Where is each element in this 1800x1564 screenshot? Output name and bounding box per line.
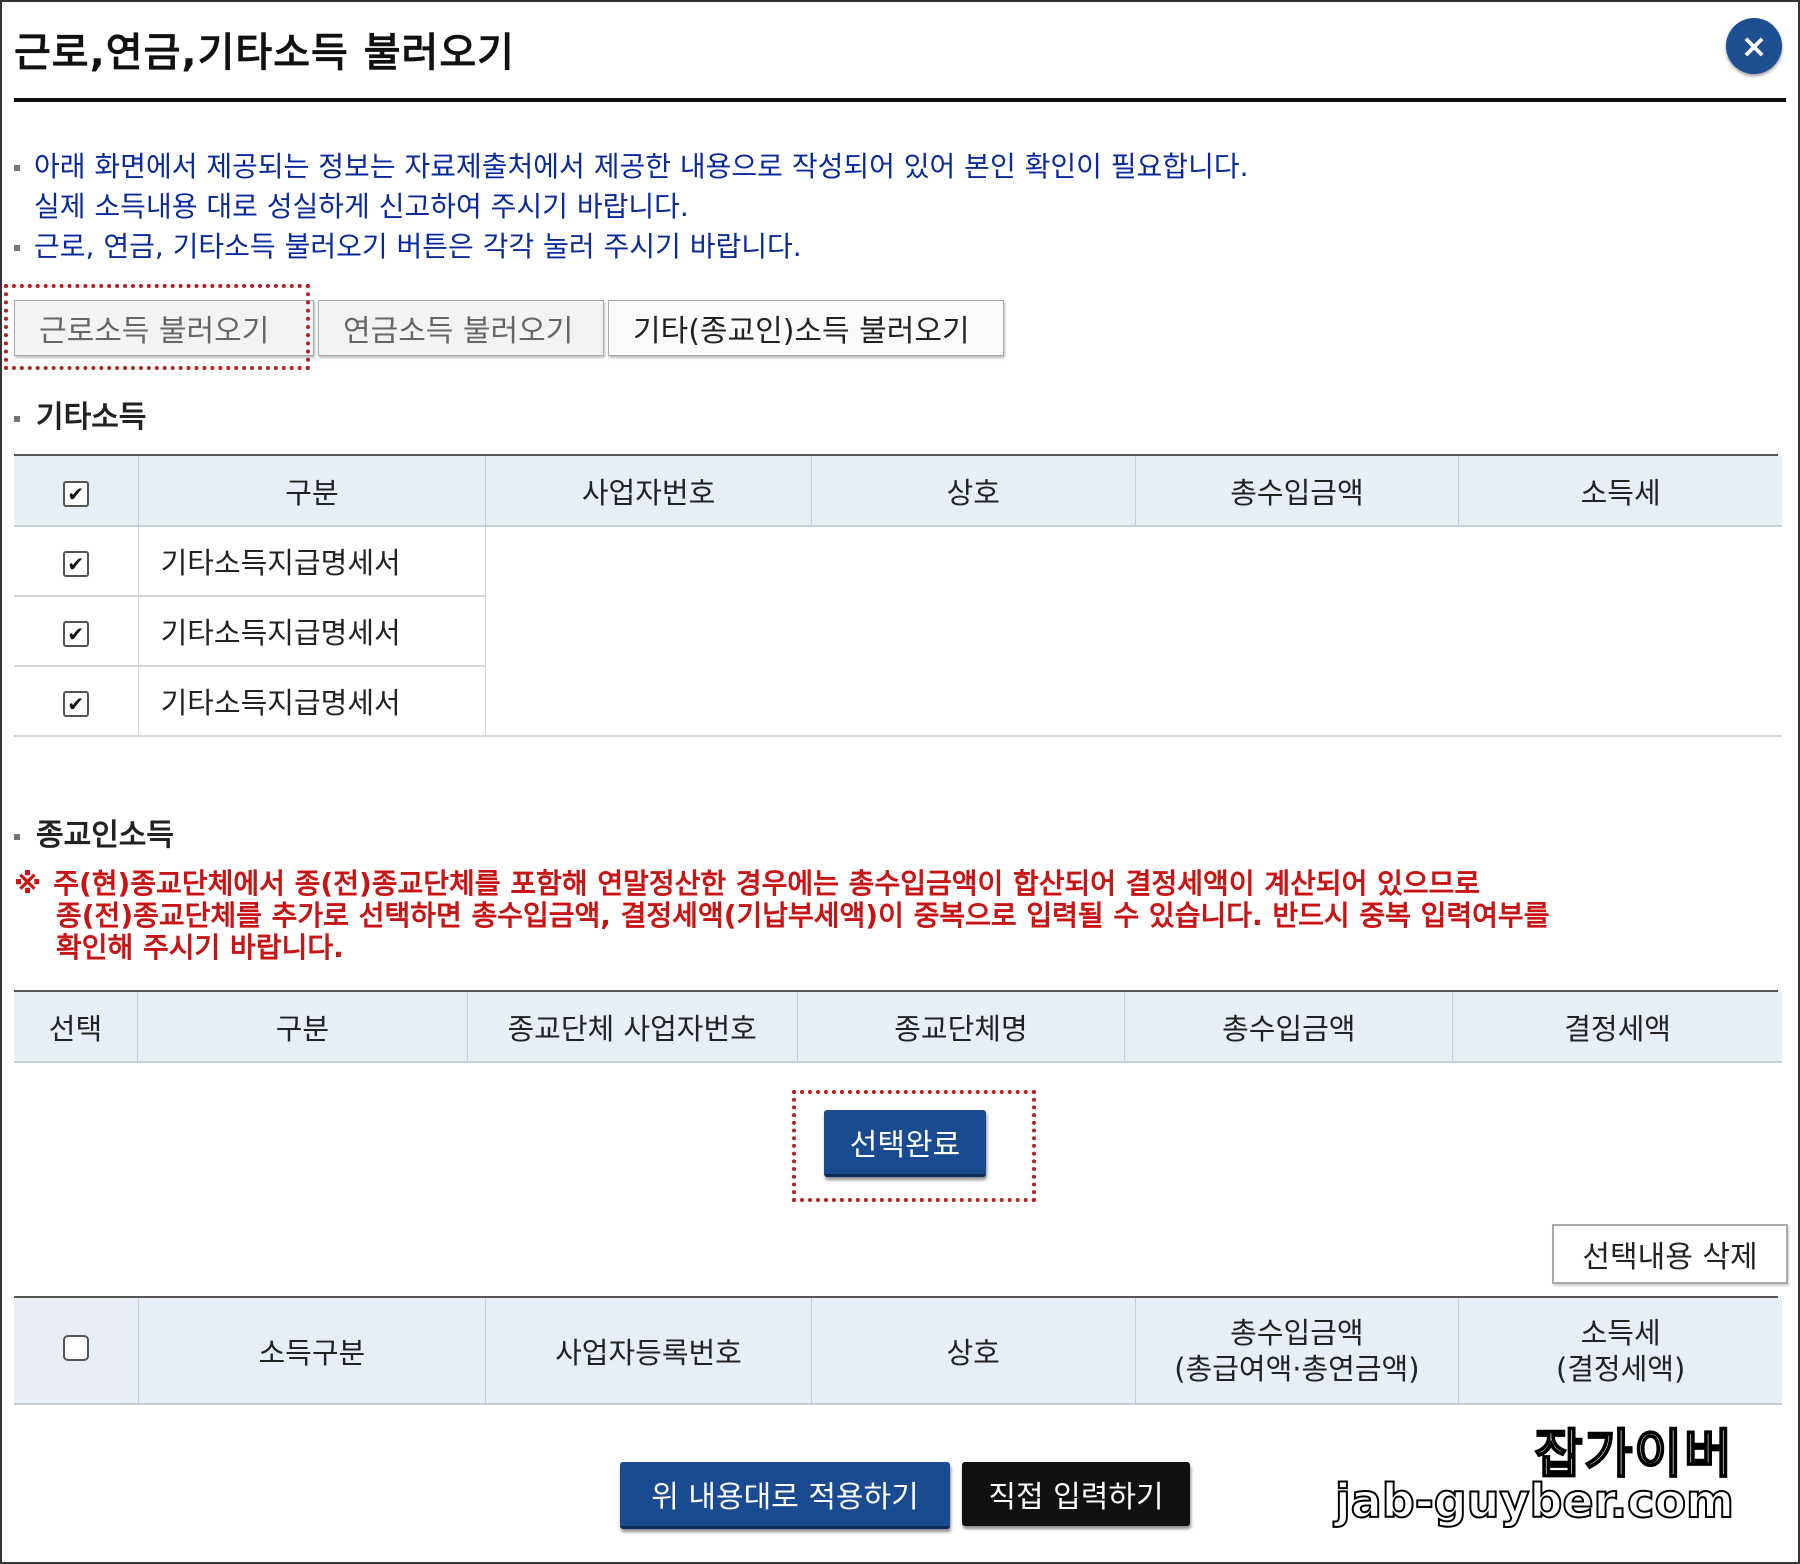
select-done-button[interactable]: 선택완료 <box>824 1110 986 1177</box>
header-religious-org-name: 종교단체명 <box>797 992 1126 1063</box>
table-row: 기타소득지급명세서 <box>14 666 1782 737</box>
empty-cell <box>486 596 1782 666</box>
section-title-other-income: 기타소득 <box>14 392 146 436</box>
table-row: 기타소득지급명세서 <box>14 526 1782 597</box>
dialog-title: 근로,연금,기타소득 불러오기 <box>14 30 515 76</box>
row-checkbox[interactable] <box>62 691 89 717</box>
table-header-row: 구분 사업자번호 상호 총수입금액 소득세 <box>14 456 1782 527</box>
header-income-tax: 소득세 (결정세액) <box>1458 1298 1782 1405</box>
header-select-all <box>14 456 139 527</box>
highlight-frame <box>4 284 310 370</box>
notice-line-2: 실제 소득내용 대로 성실하게 신고하여 주시기 바랍니다. <box>34 190 689 223</box>
row-type: 기타소득지급명세서 <box>138 666 487 737</box>
row-checkbox-cell <box>14 666 139 737</box>
header-determined-tax: 결정세액 <box>1452 992 1782 1063</box>
row-type: 기타소득지급명세서 <box>138 596 487 667</box>
apply-button[interactable]: 위 내용대로 적용하기 <box>620 1462 950 1529</box>
table-header-row: 소득구분 사업자등록번호 상호 총수입금액 (총급여액·총연금액) 소득세 (결… <box>14 1298 1782 1405</box>
manual-entry-button[interactable]: 직접 입력하기 <box>962 1462 1190 1526</box>
row-checkbox[interactable] <box>62 551 89 577</box>
selected-income-table: 소득구분 사업자등록번호 상호 총수입금액 (총급여액·총연금액) 소득세 (결… <box>14 1298 1782 1405</box>
header-religious-biz-no: 종교단체 사업자번호 <box>467 992 798 1063</box>
reference-mark-icon: ※ <box>14 867 42 900</box>
warning-line-1: ※ 주(현)종교단체에서 종(전)종교단체를 포함해 연말정산한 경우에는 총수입… <box>14 867 1481 900</box>
header-total-income: 총수입금액 (총급여액·총연금액) <box>1135 1298 1460 1405</box>
religious-income-warning: ※ 주(현)종교단체에서 종(전)종교단체를 포함해 연말정산한 경우에는 총수입… <box>14 868 1549 964</box>
dialog: 근로,연금,기타소득 불러오기 × 아래 화면에서 제공되는 정보는 자료제출처… <box>0 0 1800 1564</box>
header-select: 선택 <box>14 992 138 1063</box>
row-checkbox-cell <box>14 526 139 597</box>
warning-line-2: 종(전)종교단체를 추가로 선택하면 총수입금액, 결정세액(기납부세액)이 중… <box>56 899 1550 932</box>
bullet-icon <box>14 415 20 422</box>
empty-cell <box>485 666 1782 737</box>
row-checkbox-cell <box>14 596 139 667</box>
bullet-icon <box>14 245 20 251</box>
header-total-income: 총수입금액 <box>1124 992 1454 1063</box>
header-type: 구분 <box>137 992 468 1063</box>
notice-line-1: 아래 화면에서 제공되는 정보는 자료제출처에서 제공한 내용으로 작성되어 있… <box>14 148 1249 186</box>
header-total-income: 총수입금액 <box>1135 456 1460 527</box>
table-header-row: 선택 구분 종교단체 사업자번호 종교단체명 총수입금액 결정세액 <box>14 992 1782 1063</box>
bullet-icon <box>14 165 20 171</box>
religious-income-table: 선택 구분 종교단체 사업자번호 종교단체명 총수입금액 결정세액 <box>14 992 1782 1063</box>
other-income-table: 구분 사업자번호 상호 총수입금액 소득세 기타소득지급명세서 기타소득지급명세… <box>14 456 1782 737</box>
header-company: 상호 <box>811 1298 1136 1405</box>
warning-line-3: 확인해 주시기 바랍니다. <box>56 931 344 964</box>
table-row: 기타소득지급명세서 <box>14 596 1782 667</box>
row-checkbox[interactable] <box>62 621 89 647</box>
watermark-url: jab-guyber.com <box>1334 1473 1735 1529</box>
tab-other-religious-income[interactable]: 기타(종교인)소득 불러오기 <box>608 300 1004 356</box>
header-biz-no: 사업자번호 <box>485 456 812 527</box>
bullet-icon <box>14 833 20 840</box>
header-biz-reg-no: 사업자등록번호 <box>485 1298 812 1405</box>
select-all-checkbox[interactable] <box>62 1334 89 1361</box>
empty-cell <box>486 526 1782 596</box>
header-income-tax: 소득세 <box>1458 456 1782 527</box>
close-button[interactable]: × <box>1726 18 1782 74</box>
header-select-all <box>14 1298 139 1405</box>
notice-line-3: 근로, 연금, 기타소득 불러오기 버튼은 각각 눌러 주시기 바랍니다. <box>14 228 802 266</box>
header-type: 구분 <box>138 456 487 527</box>
delete-selection-button[interactable]: 선택내용 삭제 <box>1552 1224 1788 1284</box>
header-company: 상호 <box>811 456 1136 527</box>
tab-pension-income[interactable]: 연금소득 불러오기 <box>318 300 604 356</box>
title-divider <box>14 98 1786 102</box>
select-all-checkbox[interactable] <box>62 480 89 507</box>
row-type: 기타소득지급명세서 <box>138 526 487 597</box>
header-income-type: 소득구분 <box>138 1298 487 1405</box>
section-title-religious-income: 종교인소득 <box>14 810 174 854</box>
